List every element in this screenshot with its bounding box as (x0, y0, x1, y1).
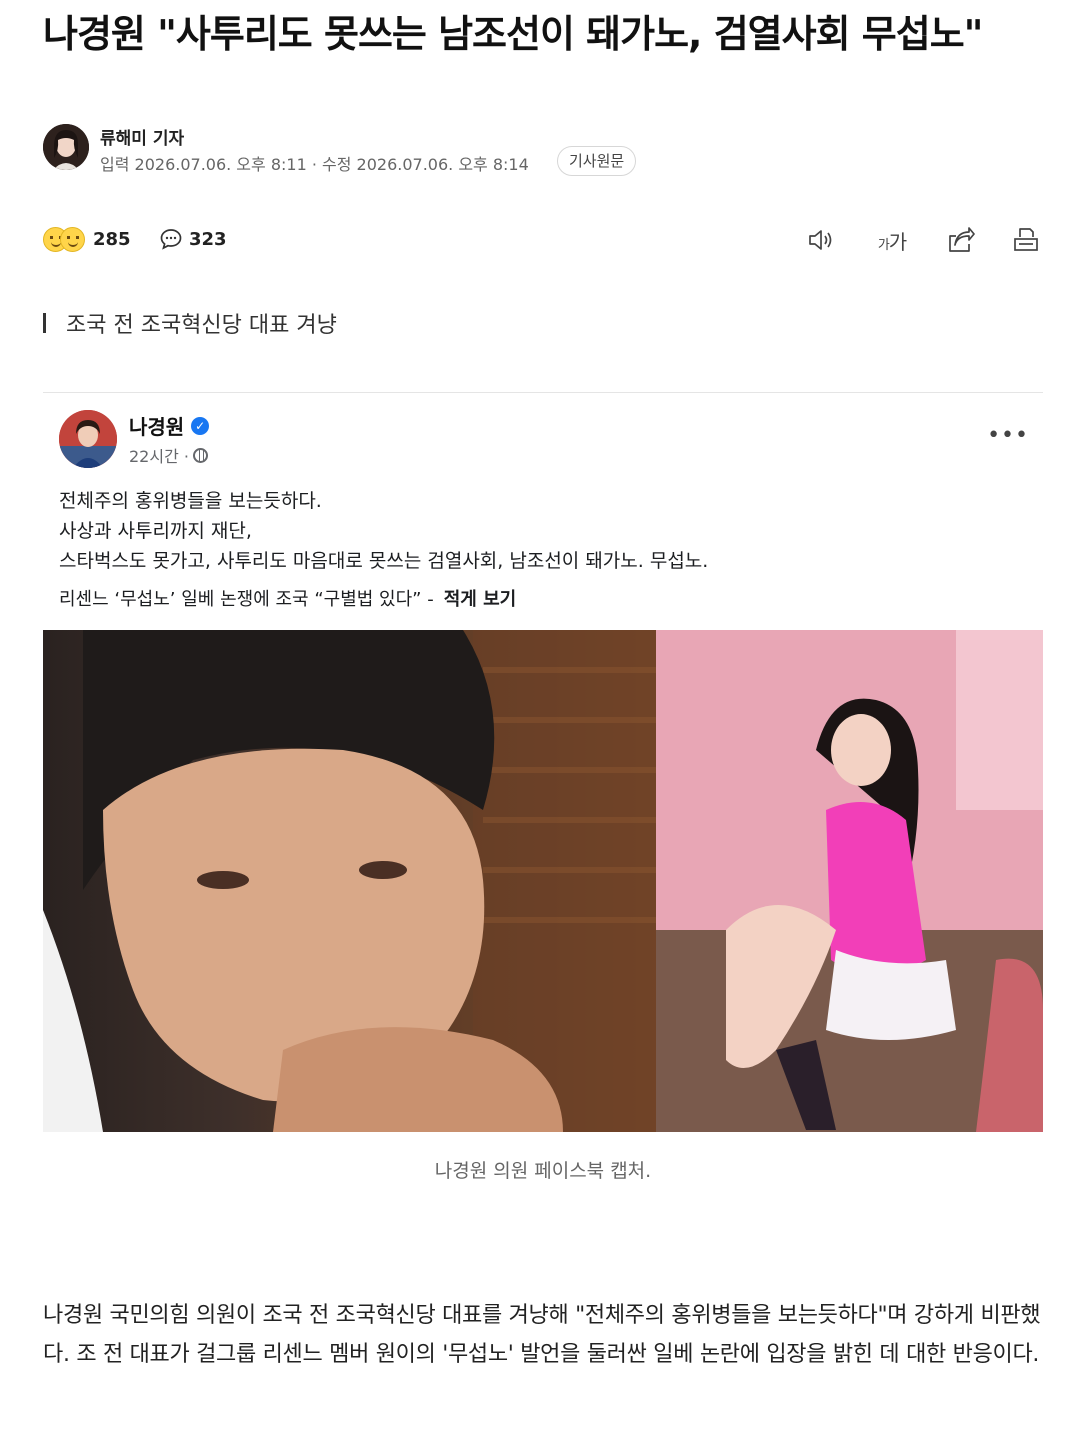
tts-speaker-button[interactable] (806, 224, 838, 256)
font-size-icon: 가가 (877, 229, 907, 254)
woman-posing-photo (656, 630, 1043, 1132)
globe-icon (192, 447, 208, 463)
reaction-count: 285 (93, 228, 131, 250)
article-headline: 나경원 "사투리도 못쓰는 남조선이 돼가노, 검열사회 무섭노" (43, 12, 983, 56)
share-button[interactable] (944, 224, 976, 256)
see-less-text: 적게 보기 (443, 589, 517, 610)
share-icon (949, 227, 975, 252)
fb-post-line: 사상과 사투리까지 재단, (59, 520, 252, 542)
reporter-photo-icon (43, 124, 89, 170)
print-button[interactable] (1010, 224, 1042, 256)
fb-post-link-line: 리센느 ‘무섭노’ 일베 논쟁에 조국 “구별법 있다” - 적게 보기 (59, 589, 517, 610)
photo-caption: 나경원 의원 페이스북 캡처. (434, 1160, 652, 1182)
heart-emoji-icon (60, 226, 85, 252)
comment-count: 323 (189, 228, 227, 250)
facebook-post-image[interactable]: 나경원 ✓ 22시간 · ••• 전체주의 홍위병들을 보는듯하다. 사상과 사… (43, 393, 1043, 1133)
publish-dates: 입력 2026.07.06. 오후 8:11 · 수정 2026.07.06. … (100, 155, 529, 174)
article-toolbar: 285 323 가가 (43, 220, 1043, 260)
original-article-button[interactable]: 기사원문 (557, 146, 637, 176)
fb-post-line: 스타벅스도 못가고, 사투리도 마음대로 못쓰는 검열사회, 남조선이 돼가노.… (59, 550, 709, 572)
fb-post-line: 전체주의 홍위병들을 보는듯하다. (59, 490, 322, 512)
woman-posing-illustration (656, 630, 1043, 1132)
article-body-paragraph: 나경원 국민의힘 의원이 조국 전 조국혁신당 대표를 겨냥해 "전체주의 홍위… (43, 1303, 1041, 1367)
font-size-button[interactable]: 가가 (876, 224, 908, 256)
verified-badge-icon: ✓ (191, 416, 210, 435)
byline: 류해미 기자 입력 2026.07.06. 오후 8:11 · 수정 2026.… (43, 124, 1043, 176)
fb-author-name: 나경원 ✓ (129, 411, 210, 440)
tts-speaker-icon (809, 230, 832, 250)
reporter-name[interactable]: 류해미 기자 (100, 124, 184, 149)
reporter-avatar[interactable] (43, 124, 89, 170)
more-options-icon: ••• (987, 423, 1029, 448)
reactions-button[interactable]: 285 (43, 224, 131, 254)
fb-author-avatar (59, 410, 117, 468)
fb-post-photo (43, 630, 1043, 1132)
article-subtitle: 조국 전 조국혁신당 대표 겨냥 (43, 306, 337, 340)
man-portrait-illustration (43, 630, 656, 1132)
print-icon (1014, 228, 1038, 251)
subtitle-bar (43, 313, 46, 333)
comments-button[interactable]: 323 (159, 224, 227, 254)
fb-post-time: 22시간 · (129, 443, 208, 467)
subtitle-text: 조국 전 조국혁신당 대표 겨냥 (66, 313, 337, 338)
comment-bubble-icon (160, 229, 182, 250)
man-portrait-photo (43, 630, 656, 1132)
fb-author-photo-icon (59, 410, 117, 468)
